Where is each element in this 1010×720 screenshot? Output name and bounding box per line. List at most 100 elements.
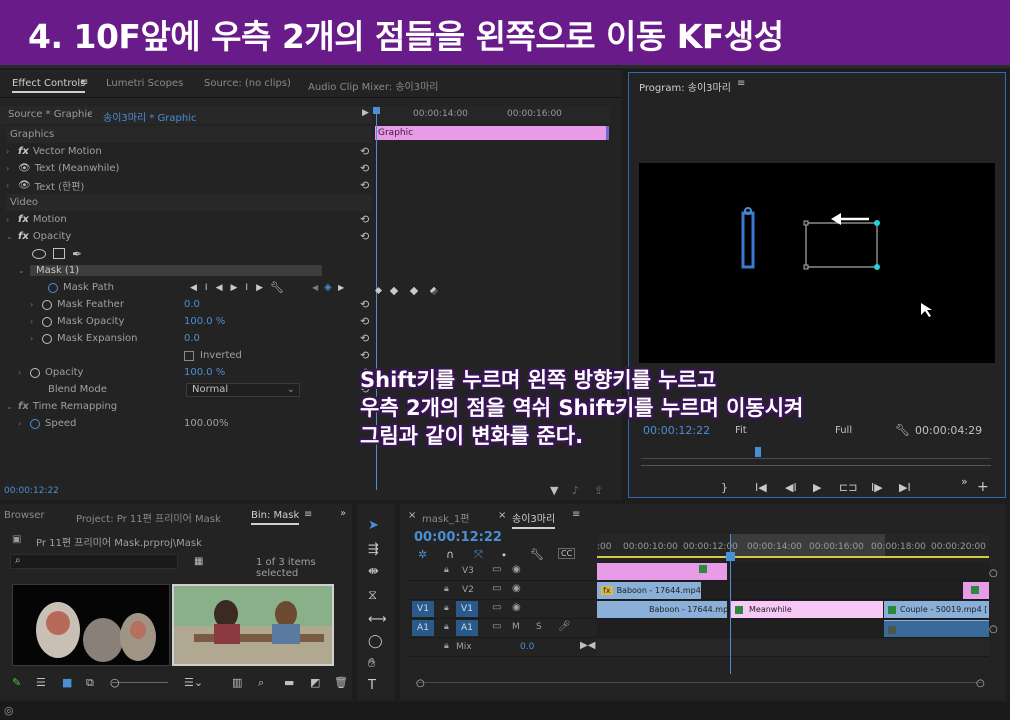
reset-icon[interactable]: ⟲ [360, 180, 372, 191]
zoom-slider-handle[interactable]: ○ [110, 676, 120, 689]
row-blend-mode[interactable]: Blend Mode Normal ⌄ ⟲ [6, 381, 372, 398]
stopwatch-icon[interactable] [48, 282, 58, 293]
new-bin-icon[interactable]: ▬ [284, 676, 294, 689]
sync-lock-icon[interactable]: ▭ [492, 564, 501, 575]
keyframe-diamond[interactable] [409, 286, 419, 296]
track-label[interactable]: A1 [456, 620, 478, 636]
collapse-triangle-icon[interactable]: ⌄ [18, 266, 30, 275]
mask-path-track-controls[interactable]: ◀I◀▶I▶ [190, 283, 271, 293]
more-panels-icon[interactable]: » [340, 508, 346, 519]
expand-triangle-icon[interactable]: › [30, 317, 42, 326]
find-icon[interactable]: ⌕ [258, 676, 264, 690]
tab-audio-clip-mixer[interactable]: Audio Clip Mixer: 송이3마리 [308, 78, 438, 93]
close-icon[interactable]: × [498, 510, 506, 521]
track-select-tool-icon[interactable]: ⇶ [368, 542, 379, 557]
fx-icon[interactable]: fx [18, 214, 29, 225]
new-item-icon[interactable]: ◩ [310, 676, 320, 689]
tab-project[interactable]: Project: Pr 11편 프리미어 Mask [76, 510, 221, 525]
fx-icon[interactable]: fx [18, 231, 29, 242]
play-audio-icon[interactable]: ♪ [572, 484, 579, 497]
chevron-down-icon[interactable]: ⌄ [86, 108, 94, 118]
solo-button[interactable]: S [536, 622, 542, 632]
selection-tool-icon[interactable]: ➤ [368, 518, 379, 533]
expand-triangle-icon[interactable]: › [30, 334, 42, 343]
sync-lock-icon[interactable]: ▭ [492, 583, 501, 594]
expand-triangle-icon[interactable]: › [6, 164, 18, 173]
lock-icon[interactable]: 🔒︎ [444, 641, 449, 651]
row-opacity-value[interactable]: › Opacity 100.0 % ⟲ [6, 364, 372, 381]
mask-expansion-value[interactable]: 0.0 [184, 333, 200, 344]
play-icon[interactable]: ▶ [813, 481, 821, 494]
ec-timecode[interactable]: 00:00:12:22 [4, 486, 59, 496]
stopwatch-icon[interactable] [42, 316, 52, 327]
list-view-icon[interactable]: ☰ [36, 676, 46, 689]
track-header-v1[interactable]: V1 🔒︎ V1 ▭ ◉ [408, 600, 596, 619]
timeline-playhead-handle[interactable] [726, 552, 735, 561]
reset-icon[interactable]: ⟲ [360, 299, 372, 310]
rectangle-mask-icon[interactable] [53, 248, 65, 259]
pen-tool-icon[interactable]: ✒ [72, 247, 82, 261]
sequence-label[interactable]: 송이3마리 * Graphic [103, 109, 196, 124]
lock-icon[interactable]: 🔒︎ [444, 584, 449, 594]
row-mask-expansion[interactable]: › Mask Expansion 0.0 ⟲ [6, 330, 372, 347]
track-label[interactable]: V1 [456, 601, 478, 617]
clip-graphic-v2[interactable] [963, 582, 989, 599]
source-patch-v1[interactable]: V1 [412, 601, 434, 617]
clip-meanwhile[interactable]: Meanwhile [731, 601, 883, 618]
track-a1[interactable] [597, 619, 989, 638]
eye-icon[interactable]: ◉ [512, 583, 521, 594]
resolution-dropdown[interactable]: Full [835, 425, 852, 436]
program-video-frame[interactable] [639, 163, 995, 363]
clip-graphic-v3[interactable] [597, 563, 727, 580]
mask-opacity-value[interactable]: 100.0 % [184, 316, 225, 327]
fx-icon[interactable]: fx [18, 146, 29, 157]
program-title[interactable]: Program: 송이3마리 [639, 79, 731, 94]
sort-icon[interactable]: ☰⌄ [184, 676, 203, 689]
row-time-remapping[interactable]: ⌄ fx Time Remapping [6, 398, 372, 415]
reset-icon[interactable]: ⟲ [360, 231, 372, 242]
eye-icon[interactable]: 👁︎ [18, 163, 31, 174]
tab-mask-1[interactable]: mask_1편 [422, 510, 469, 525]
timeline-tracks[interactable]: fx Baboon - 17644.mp4 Baboon - 17644.mp4 … [597, 562, 989, 657]
go-to-out-icon[interactable]: ▶I [899, 481, 911, 494]
expand-triangle-icon[interactable]: › [6, 215, 18, 224]
thumbnail-baboon[interactable] [12, 584, 170, 666]
opacity-value[interactable]: 100.0 % [184, 367, 225, 378]
project-search-input[interactable]: ⌕ [10, 554, 178, 569]
lock-icon[interactable]: 🔒︎ [444, 565, 449, 575]
write-icon[interactable]: ✎ [12, 676, 21, 689]
stopwatch-icon[interactable] [42, 333, 52, 344]
add-marker-icon[interactable]: ⬩ [502, 548, 506, 562]
step-back-icon[interactable]: ◀I [785, 481, 797, 494]
row-text-hanpyeon[interactable]: › 👁︎ Text (한편) ⟲ [6, 177, 372, 194]
mask-feather-value[interactable]: 0.0 [184, 299, 200, 310]
go-to-end-icon[interactable]: ▶◀ [580, 640, 595, 651]
sync-lock-icon[interactable]: ▭ [492, 602, 501, 613]
reset-icon[interactable]: ⟲ [360, 333, 372, 344]
wrench-icon[interactable]: 🔧︎ [895, 423, 910, 437]
track-header-mix[interactable]: 🔒︎ Mix 0.0 ▶◀ [408, 638, 596, 657]
scroll-handle-icon[interactable]: ○ [989, 568, 998, 579]
wrench-icon[interactable]: 🔧︎ [530, 548, 544, 561]
microphone-icon[interactable]: 🎤︎ [558, 621, 571, 632]
mix-value[interactable]: 0.0 [520, 642, 534, 652]
ripple-edit-tool-icon[interactable]: ⇼ [368, 564, 379, 579]
expand-triangle-icon[interactable]: › [6, 147, 18, 156]
panel-menu-icon[interactable]: ≡ [304, 509, 312, 520]
cloud-sync-icon[interactable]: ◎ [4, 704, 14, 717]
tab-lumetri-scopes[interactable]: Lumetri Scopes [106, 78, 183, 89]
hand-tool-icon[interactable]: ✋︎ [368, 656, 375, 671]
freeform-view-icon[interactable]: ⧉ [86, 676, 94, 690]
filter-icon[interactable]: ▼ [550, 484, 558, 497]
ellipse-mask-icon[interactable] [32, 248, 46, 259]
panel-menu-icon[interactable]: ≡ [80, 77, 88, 88]
inverted-checkbox[interactable] [184, 350, 194, 361]
more-controls-icon[interactable]: » [961, 475, 968, 488]
expand-triangle-icon[interactable]: › [6, 181, 18, 190]
clip-audio-couple[interactable] [884, 620, 989, 637]
scrollbar-handle-right-icon[interactable]: ○ [976, 678, 985, 689]
next-keyframe-icon[interactable]: ▶ [338, 283, 344, 292]
captions-icon[interactable]: CC [558, 548, 576, 559]
sync-lock-icon[interactable]: ▭ [492, 621, 501, 632]
add-button-icon[interactable]: + [977, 479, 989, 495]
